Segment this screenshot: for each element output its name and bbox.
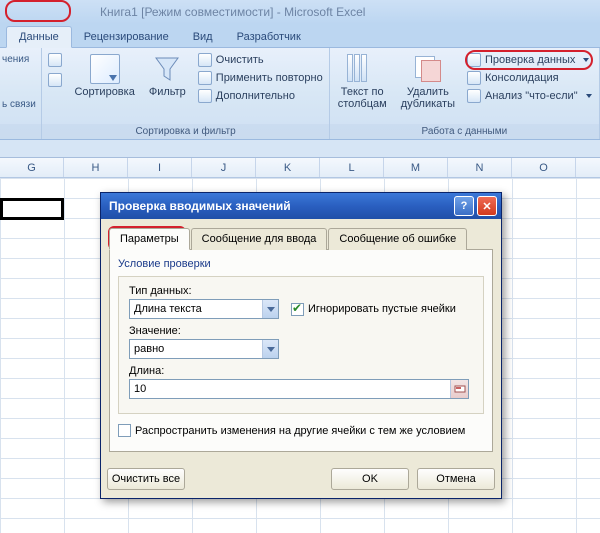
- sort-button[interactable]: Сортировка: [70, 52, 138, 100]
- advanced-icon: [198, 89, 212, 103]
- sort-za-button[interactable]: [46, 72, 64, 88]
- col-header[interactable]: N: [448, 158, 512, 177]
- col-header[interactable]: I: [128, 158, 192, 177]
- value-select[interactable]: равно: [129, 339, 279, 359]
- chevron-down-icon: [262, 340, 278, 358]
- dialog-close-button[interactable]: ✕: [477, 196, 497, 216]
- data-validation-button[interactable]: Проверка данных: [465, 52, 595, 68]
- formula-bar-area: [0, 140, 600, 158]
- length-input[interactable]: 10: [129, 379, 469, 399]
- funnel-icon: [152, 54, 182, 84]
- clear-filter-button[interactable]: Очистить: [196, 52, 325, 68]
- type-label: Тип данных:: [129, 285, 473, 297]
- length-input-value: 10: [134, 383, 146, 395]
- reapply-icon: [198, 71, 212, 85]
- dialog-tabstrip: Параметры Сообщение для ввода Сообщение …: [109, 227, 493, 250]
- whatif-icon: [467, 89, 481, 103]
- col-header[interactable]: K: [256, 158, 320, 177]
- selected-cell[interactable]: [0, 198, 64, 220]
- tab-developer[interactable]: Разработчик: [225, 27, 313, 47]
- checkbox-icon: [291, 303, 304, 316]
- chevron-down-icon: [262, 300, 278, 318]
- type-select-value: Длина текста: [134, 303, 202, 315]
- ignore-blank-checkbox[interactable]: Игнорировать пустые ячейки: [291, 303, 456, 316]
- col-header[interactable]: J: [192, 158, 256, 177]
- consolidate-icon: [467, 71, 481, 85]
- checkbox-icon: [118, 424, 131, 437]
- remove-duplicates-label: Удалить дубликаты: [401, 86, 455, 110]
- range-collapse-button[interactable]: [450, 380, 468, 398]
- clear-icon: [198, 53, 212, 67]
- dialog-tab-errormsg[interactable]: Сообщение об ошибке: [328, 228, 467, 250]
- col-header[interactable]: M: [384, 158, 448, 177]
- connections-frag2: ь связи: [2, 99, 36, 110]
- value-select-value: равно: [134, 343, 164, 355]
- text-to-columns-label: Текст по столбцам: [338, 86, 387, 110]
- annotation-tab-highlight: [5, 0, 71, 22]
- cancel-button[interactable]: Отмена: [417, 468, 495, 490]
- group-label-sortfilter: Сортировка и фильтр: [42, 124, 328, 139]
- sort-label: Сортировка: [74, 86, 134, 98]
- tab-view[interactable]: Вид: [181, 27, 225, 47]
- dialog-tab-parameters[interactable]: Параметры: [109, 228, 190, 250]
- col-header[interactable]: H: [64, 158, 128, 177]
- col-header[interactable]: G: [0, 158, 64, 177]
- consolidate-button[interactable]: Консолидация: [465, 70, 595, 86]
- whatif-button[interactable]: Анализ "что-если": [465, 88, 595, 104]
- sort-az-icon: [48, 53, 62, 67]
- length-label: Длина:: [129, 365, 473, 377]
- connections-frag1: чения: [2, 54, 29, 65]
- remove-duplicates-icon: [413, 54, 443, 84]
- reapply-button[interactable]: Применить повторно: [196, 70, 325, 86]
- clear-all-button[interactable]: Очистить все: [107, 468, 185, 490]
- sort-az-button[interactable]: [46, 52, 64, 68]
- dialog-tab-inputmsg[interactable]: Сообщение для ввода: [191, 228, 328, 250]
- tab-data[interactable]: Данные: [6, 26, 72, 48]
- group-label-datatools: Работа с данными: [330, 124, 599, 139]
- sort-za-icon: [48, 73, 62, 87]
- type-select[interactable]: Длина текста: [129, 299, 279, 319]
- column-headers: G H I J K L M N O: [0, 158, 600, 178]
- dialog-title-text: Проверка вводимых значений: [109, 199, 291, 213]
- filter-button[interactable]: Фильтр: [145, 52, 190, 100]
- text-to-columns-button[interactable]: Текст по столбцам: [334, 52, 391, 112]
- dialog-help-button[interactable]: ?: [454, 196, 474, 216]
- remove-duplicates-button[interactable]: Удалить дубликаты: [397, 52, 459, 112]
- advanced-filter-button[interactable]: Дополнительно: [196, 88, 325, 104]
- ribbon: чения ь связи Сортировка Фильтр: [0, 48, 600, 140]
- value-label: Значение:: [129, 325, 473, 337]
- ok-button[interactable]: OK: [331, 468, 409, 490]
- propagate-checkbox[interactable]: Распространить изменения на другие ячейк…: [118, 424, 484, 437]
- text-to-columns-icon: [347, 54, 377, 84]
- app-title: Книга1 [Режим совместимости] - Microsoft…: [0, 0, 600, 24]
- sort-icon: [90, 54, 120, 84]
- validation-criteria-label: Условие проверки: [118, 258, 484, 270]
- col-header[interactable]: L: [320, 158, 384, 177]
- group-label-connections: [0, 124, 41, 139]
- filter-label: Фильтр: [149, 86, 186, 98]
- ribbon-tabstrip: Данные Рецензирование Вид Разработчик: [0, 24, 600, 48]
- dialog-titlebar[interactable]: Проверка вводимых значений ? ✕: [101, 193, 501, 219]
- col-header[interactable]: O: [512, 158, 576, 177]
- data-validation-icon: [467, 53, 481, 67]
- tab-review[interactable]: Рецензирование: [72, 27, 181, 47]
- data-validation-dialog: Проверка вводимых значений ? ✕ Параметры…: [100, 192, 502, 499]
